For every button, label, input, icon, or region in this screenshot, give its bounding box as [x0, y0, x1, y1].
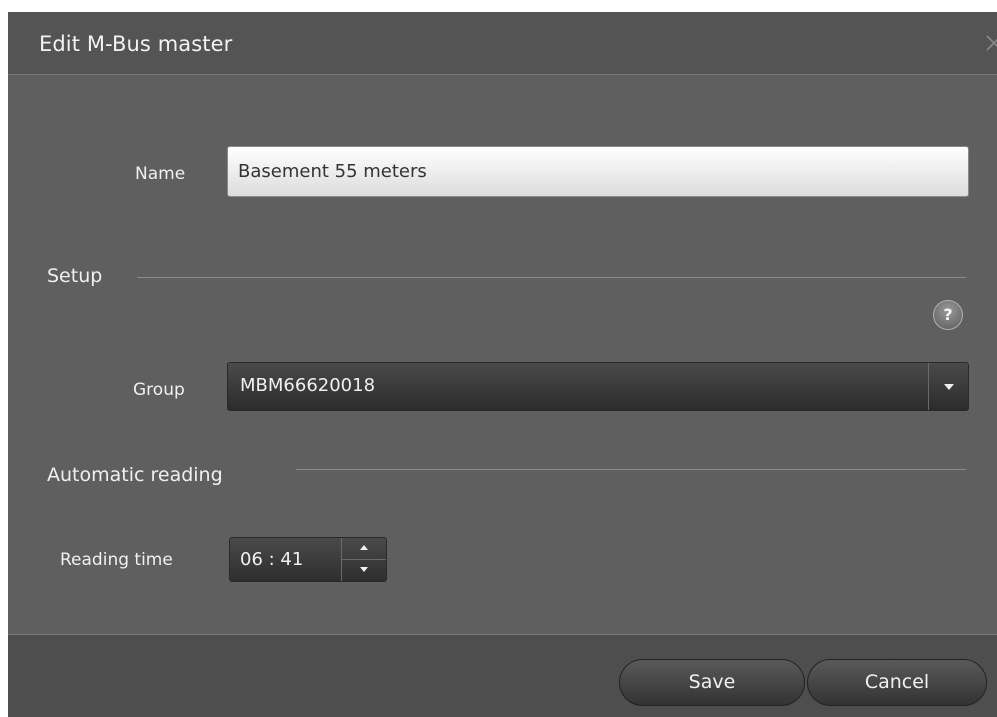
automatic-reading-heading: Automatic reading [47, 464, 223, 486]
save-button[interactable]: Save [619, 659, 805, 706]
setup-heading: Setup [47, 265, 103, 287]
reading-time-input[interactable]: 06 : 41 [229, 537, 387, 582]
name-label: Name [135, 164, 186, 184]
reading-time-label: Reading time [60, 550, 173, 570]
decrement-button[interactable] [342, 560, 386, 581]
close-icon[interactable] [983, 32, 997, 54]
name-input[interactable] [227, 146, 969, 197]
dialog-titlebar: Edit M-Bus master [8, 12, 997, 75]
dialog-title: Edit M-Bus master [39, 32, 233, 56]
group-label: Group [133, 380, 185, 400]
edit-mbus-master-dialog: Edit M-Bus master Name Setup ? Group MBM… [8, 12, 997, 717]
cancel-button[interactable]: Cancel [807, 659, 987, 706]
group-select[interactable]: MBM66620018 [227, 362, 969, 411]
chevron-down-icon [944, 384, 954, 390]
increment-button[interactable] [342, 538, 386, 560]
reading-time-spinner [341, 538, 386, 581]
automatic-reading-divider [296, 469, 966, 470]
arrow-down-icon [360, 567, 368, 572]
dialog-footer: Save Cancel [8, 634, 997, 717]
group-dropdown-button[interactable] [928, 363, 968, 410]
arrow-up-icon [360, 545, 368, 550]
group-selected-value: MBM66620018 [240, 375, 376, 396]
help-icon[interactable]: ? [933, 300, 963, 330]
setup-divider [137, 277, 966, 278]
reading-time-value: 06 : 41 [240, 549, 304, 570]
